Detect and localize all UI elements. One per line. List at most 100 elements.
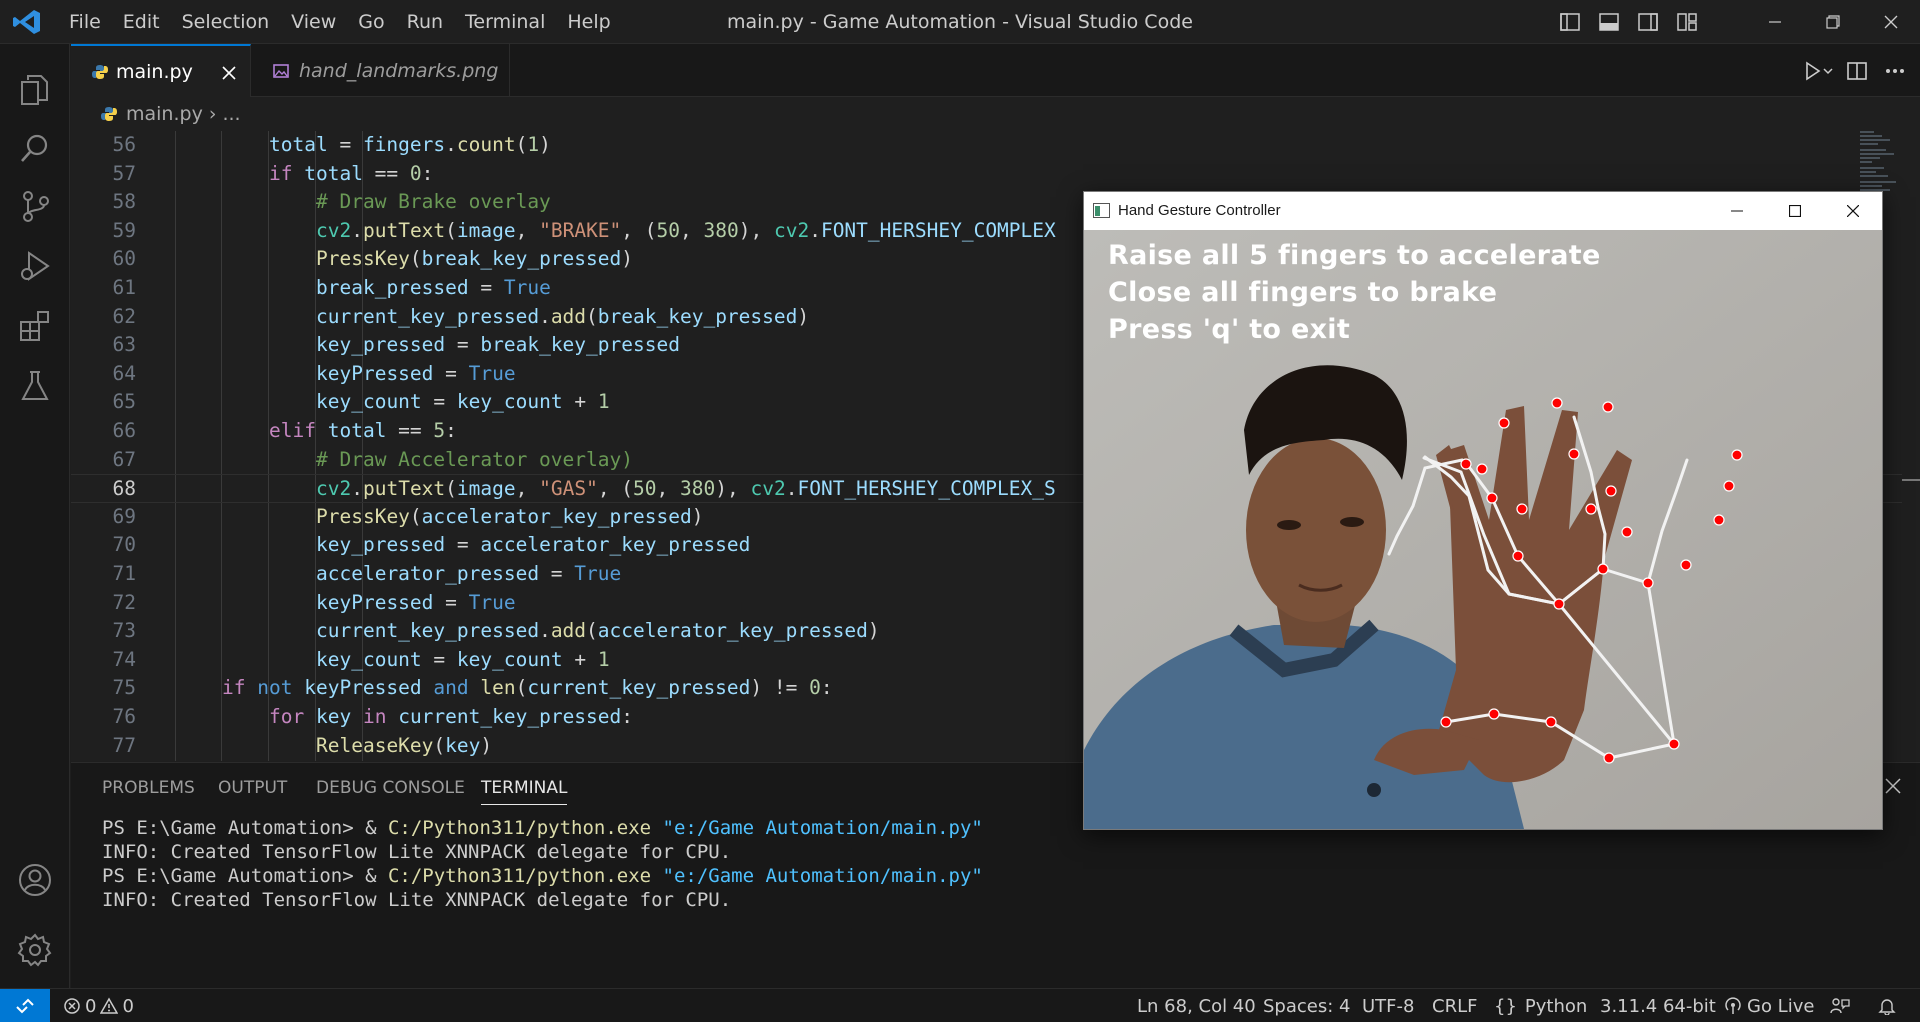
code-line[interactable]: 57 if total == 0: (71, 160, 1920, 189)
menu-file[interactable]: File (58, 11, 112, 33)
line-number: 70 (112, 533, 136, 557)
toggle-panel-icon[interactable] (1589, 0, 1628, 44)
status-bar: 0 0 Ln 68, Col 40 Spaces: 4 UTF-8 CRLF {… (0, 988, 1920, 1022)
terminal-line: INFO: Created TensorFlow Lite XNNPACK de… (102, 841, 732, 863)
line-number: 57 (112, 161, 136, 185)
line-number: 73 (112, 619, 136, 643)
close-panel-icon[interactable] (1884, 777, 1904, 797)
menu-view[interactable]: View (280, 11, 347, 33)
remote-indicator-icon[interactable] (0, 989, 50, 1022)
gesture-minimize-button[interactable] (1708, 192, 1766, 230)
accounts-icon[interactable] (0, 848, 70, 912)
line-number: 77 (112, 733, 136, 757)
line-number: 62 (112, 304, 136, 328)
language-mode[interactable]: {} Python (1494, 989, 1587, 1022)
code-text: key_count = key_count + 1 (316, 647, 610, 671)
tab-terminal[interactable]: TERMINAL (481, 778, 568, 805)
tab-debug-console[interactable]: DEBUG CONSOLE (316, 778, 465, 798)
code-text: # Draw Accelerator overlay) (316, 447, 633, 471)
gesture-window-title: Hand Gesture Controller (1118, 202, 1281, 219)
cursor-position[interactable]: Ln 68, Col 40 (1137, 989, 1256, 1022)
chevron-right-icon: › (208, 103, 217, 125)
editor-scrollbar[interactable] (1902, 131, 1920, 761)
menu-go[interactable]: Go (347, 11, 395, 33)
testing-icon[interactable] (0, 354, 70, 418)
gesture-maximize-button[interactable] (1766, 192, 1824, 230)
line-number: 64 (112, 361, 136, 385)
terminal-line: PS E:\Game Automation> & C:/Python311/py… (102, 817, 983, 839)
breadcrumb: main.py › ... (71, 97, 1920, 131)
terminal-line: PS E:\Game Automation> & C:/Python311/py… (102, 865, 983, 887)
code-line[interactable]: 56 total = fingers.count(1) (71, 131, 1920, 160)
code-text: if not keyPressed and len(current_key_pr… (222, 676, 833, 700)
tab-main-py[interactable]: main.py (71, 44, 251, 97)
code-text: accelerator_pressed = True (316, 562, 622, 585)
line-number: 76 (112, 705, 136, 728)
line-number: 60 (112, 247, 136, 271)
line-number: 68 (112, 477, 136, 501)
line-number: 72 (112, 590, 136, 614)
code-text: elif total == 5: (269, 419, 457, 442)
tab-label: hand_landmarks.png (299, 59, 499, 82)
menu-help[interactable]: Help (556, 11, 621, 33)
menu-selection[interactable]: Selection (171, 11, 281, 33)
line-number: 58 (112, 190, 136, 214)
restore-button[interactable] (1804, 0, 1862, 44)
tab-problems[interactable]: PROBLEMS (102, 778, 195, 798)
image-icon (273, 63, 289, 78)
breadcrumb-file[interactable]: main.py (126, 103, 203, 125)
broadcast-icon (1725, 997, 1741, 1014)
tab-output[interactable]: OUTPUT (218, 778, 287, 798)
source-control-icon[interactable] (0, 174, 70, 238)
notifications-bell-icon[interactable] (1878, 989, 1896, 1022)
code-text: keyPressed = True (316, 361, 516, 385)
manage-gear-icon[interactable] (0, 918, 70, 982)
code-text: # Draw Brake overlay (316, 190, 551, 214)
code-text: cv2.putText(image, "BRAKE", (50, 380), c… (316, 218, 1056, 242)
activity-bar (0, 44, 70, 988)
feedback-icon[interactable] (1830, 989, 1850, 1022)
code-text: if total == 0: (269, 161, 434, 185)
run-python-file-icon[interactable] (1800, 44, 1838, 97)
close-window-button[interactable] (1862, 0, 1920, 44)
gesture-window-titlebar[interactable]: Hand Gesture Controller (1084, 192, 1882, 230)
close-tab-icon[interactable] (222, 66, 236, 80)
indentation[interactable]: Spaces: 4 (1263, 989, 1350, 1022)
warning-icon (100, 997, 119, 1014)
explorer-icon[interactable] (0, 58, 70, 122)
run-and-debug-icon[interactable] (0, 234, 70, 298)
menu-edit[interactable]: Edit (112, 11, 171, 33)
breadcrumb-symbol[interactable]: ... (222, 103, 240, 125)
go-live-button[interactable]: Go Live (1724, 989, 1814, 1022)
hand-gesture-window[interactable]: Hand Gesture Controller Raise all 5 fing… (1083, 191, 1883, 830)
more-actions-icon[interactable] (1876, 44, 1914, 97)
vscode-logo-icon[interactable] (12, 8, 42, 36)
code-text: key_pressed = accelerator_key_pressed (316, 533, 751, 557)
python-interpreter[interactable]: 3.11.4 64-bit (1600, 989, 1716, 1022)
code-text: keyPressed = True (316, 590, 516, 614)
line-endings[interactable]: CRLF (1432, 989, 1477, 1022)
encoding[interactable]: UTF-8 (1362, 989, 1414, 1022)
python-icon (101, 107, 117, 121)
toggle-primary-sidebar-icon[interactable] (1550, 0, 1589, 44)
customize-layout-icon[interactable] (1667, 0, 1706, 44)
code-text: for key in current_key_pressed: (269, 705, 634, 728)
menu-terminal[interactable]: Terminal (454, 11, 556, 33)
menu-run[interactable]: Run (396, 11, 454, 33)
braces-icon: {} (1494, 995, 1517, 1017)
split-editor-icon[interactable] (1838, 44, 1876, 97)
opencv-window-icon (1093, 203, 1110, 218)
toggle-secondary-sidebar-icon[interactable] (1628, 0, 1667, 44)
minimize-button[interactable] (1746, 0, 1804, 44)
extensions-icon[interactable] (0, 294, 70, 358)
gesture-close-button[interactable] (1824, 192, 1882, 230)
code-text: break_pressed = True (316, 276, 551, 299)
overlay-instruction-accelerate: Raise all 5 fingers to accelerate (1108, 240, 1601, 271)
code-text: PressKey(break_key_pressed) (316, 247, 634, 271)
code-text: ReleaseKey(key) (316, 733, 493, 757)
problems-indicator[interactable]: 0 0 (63, 989, 134, 1022)
line-number: 74 (112, 647, 136, 671)
tab-hand-landmarks-png[interactable]: hand_landmarks.png (251, 44, 510, 97)
line-number: 65 (112, 390, 136, 414)
search-icon[interactable] (0, 116, 70, 180)
